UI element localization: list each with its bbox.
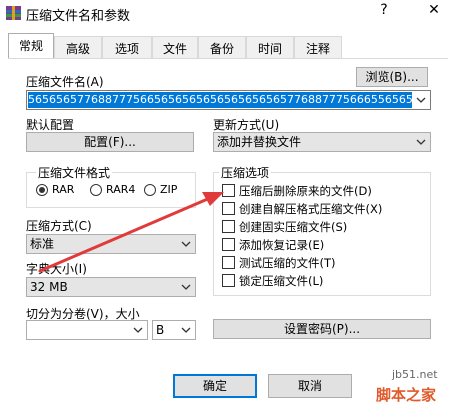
option-lock-label: 锁定压缩文件(L)	[239, 274, 324, 288]
browse-button[interactable]: 浏览(B)...	[356, 67, 428, 87]
option-lock[interactable]: 锁定压缩文件(L)	[222, 273, 427, 289]
watermark-text: 脚本之家	[376, 386, 437, 404]
update-mode-label: 更新方式(U)	[213, 118, 280, 132]
tab-divider	[8, 58, 448, 59]
watermark-site: jb51.net	[392, 368, 438, 381]
archiving-options-label: 压缩选项	[219, 164, 272, 181]
option-recovery[interactable]: 添加恢复记录(E)	[222, 237, 427, 253]
compression-label: 压缩方式(C)	[26, 219, 92, 233]
tab-options[interactable]: 选项	[102, 36, 152, 58]
tab-backup[interactable]: 备份	[198, 36, 246, 58]
chevron-down-icon[interactable]	[415, 133, 427, 151]
update-mode-value: 添加并替换文件	[217, 135, 302, 149]
winrar-app-icon	[6, 6, 21, 20]
profiles-label: 默认配置	[26, 118, 75, 132]
dictionary-value: 32 MB	[30, 280, 68, 294]
window-title: 压缩文件名和参数	[26, 9, 131, 24]
dictionary-label: 字典大小(I)	[26, 262, 87, 276]
radio-zip[interactable]	[144, 184, 156, 196]
tab-files[interactable]: 文件	[152, 36, 198, 58]
split-size-combo[interactable]	[26, 320, 148, 340]
checkbox-sfx[interactable]	[222, 202, 235, 215]
update-mode-select[interactable]: 添加并替换文件	[213, 132, 431, 152]
profiles-button[interactable]: 配置(F)...	[26, 132, 194, 152]
archive-name-input[interactable]: 5656565776887775665656565656565656565776…	[28, 92, 412, 108]
title-bar: 压缩文件名和参数 ? ✕	[0, 0, 455, 27]
tab-time[interactable]: 时间	[246, 36, 294, 58]
radio-rar4[interactable]	[90, 184, 102, 196]
format-zip-label: ZIP	[160, 183, 178, 196]
archive-name-combo[interactable]: 5656565776887775665656565656565656565776…	[26, 90, 431, 110]
format-rar-option[interactable]: RAR	[36, 183, 86, 199]
chevron-down-icon[interactable]	[132, 321, 144, 339]
tab-comment[interactable]: 注释	[294, 36, 342, 58]
chevron-down-icon[interactable]	[415, 94, 427, 106]
format-rar-label: RAR	[52, 183, 75, 196]
compression-value: 标准	[30, 237, 55, 251]
split-unit-select[interactable]: B	[152, 320, 196, 340]
dictionary-select[interactable]: 32 MB	[26, 277, 196, 297]
checkbox-lock[interactable]	[222, 274, 235, 287]
format-rar4-option[interactable]: RAR4	[90, 183, 140, 199]
checkbox-solid[interactable]	[222, 220, 235, 233]
option-sfx-label: 创建自解压格式压缩文件(X)	[239, 202, 383, 216]
option-test[interactable]: 测试压缩的文件(T)	[222, 255, 427, 271]
watermark: jb51.net 脚本之家	[366, 368, 454, 408]
cancel-button[interactable]: 取消	[268, 374, 352, 398]
archive-name-label: 压缩文件名(A)	[26, 75, 104, 89]
checkbox-recovery[interactable]	[222, 238, 235, 251]
set-password-button[interactable]: 设置密码(P)...	[213, 319, 431, 339]
split-unit-value: B	[156, 323, 165, 337]
option-sfx[interactable]: 创建自解压格式压缩文件(X)	[222, 201, 427, 217]
help-button[interactable]: ?	[374, 2, 394, 18]
format-zip-option[interactable]: ZIP	[144, 183, 189, 199]
option-delete-after-label: 压缩后删除原来的文件(D)	[239, 184, 372, 198]
option-solid[interactable]: 创建固实压缩文件(S)	[222, 219, 427, 235]
option-solid-label: 创建固实压缩文件(S)	[239, 220, 348, 234]
format-rar4-label: RAR4	[106, 183, 136, 196]
close-button[interactable]: ✕	[424, 2, 444, 18]
option-recovery-label: 添加恢复记录(E)	[239, 238, 325, 252]
radio-rar[interactable]	[36, 184, 48, 196]
option-test-label: 测试压缩的文件(T)	[239, 256, 336, 270]
chevron-down-icon[interactable]	[180, 321, 192, 339]
archive-format-label: 压缩文件格式	[36, 164, 113, 181]
tab-general[interactable]: 常规	[8, 33, 54, 59]
chevron-down-icon[interactable]	[180, 235, 192, 253]
tab-advanced[interactable]: 高级	[54, 36, 102, 58]
ok-button[interactable]: 确定	[173, 374, 257, 398]
checkbox-delete-after[interactable]	[222, 184, 235, 197]
chevron-down-icon[interactable]	[180, 278, 192, 296]
option-delete-after[interactable]: 压缩后删除原来的文件(D)	[222, 183, 427, 199]
compression-select[interactable]: 标准	[26, 234, 196, 254]
checkbox-test[interactable]	[222, 256, 235, 269]
